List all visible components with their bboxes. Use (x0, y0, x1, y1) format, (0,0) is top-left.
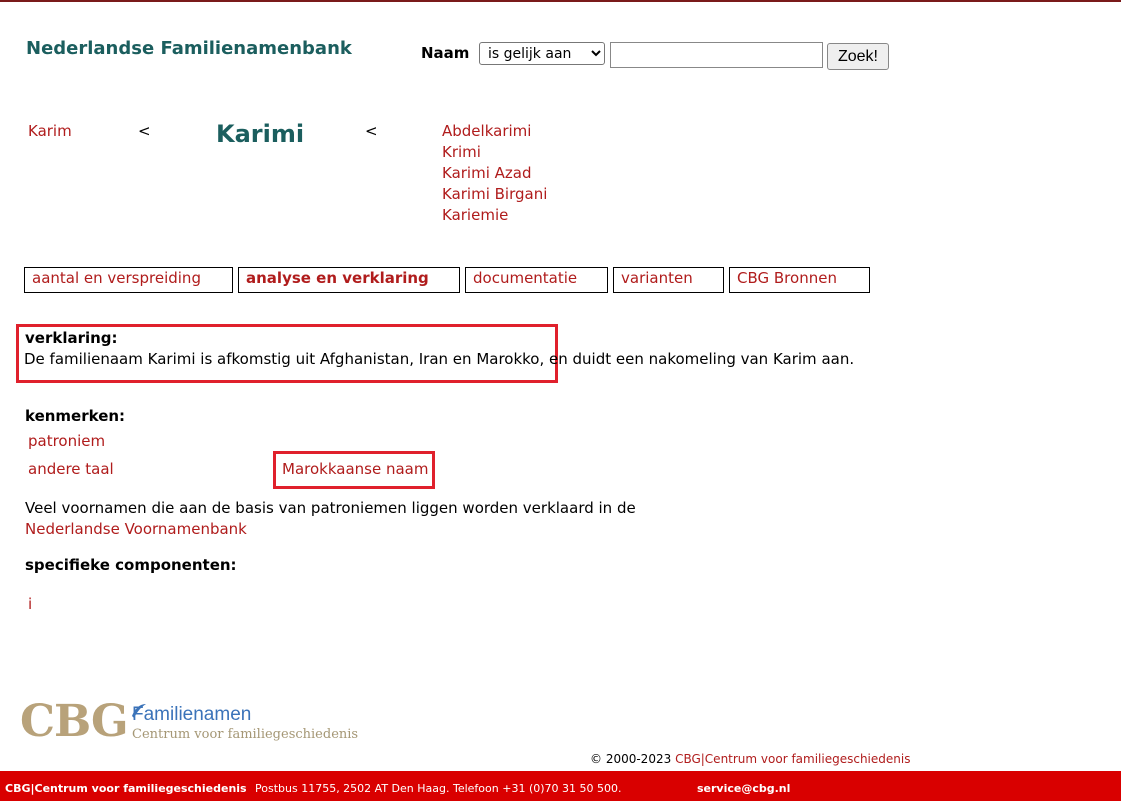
kenmerk-marokkaanse-naam-link[interactable]: Marokkaanse naam (282, 460, 428, 478)
arrow-right: < (365, 122, 378, 140)
current-name: Karimi (216, 120, 305, 148)
footer-bar: CBG|Centrum voor familiegeschiedenis Pos… (0, 771, 1121, 801)
footer-org: CBG|Centrum voor familiegeschiedenis (5, 782, 247, 795)
voornamenbank-link[interactable]: Nederlandse Voornamenbank (25, 520, 247, 538)
footer-email-link[interactable]: service@cbg.nl (697, 782, 790, 795)
verklaring-label: verklaring: (25, 329, 118, 347)
footer-address: Postbus 11755, 2502 AT Den Haag. Telefoo… (255, 782, 622, 795)
variant-link[interactable]: Karimi Azad (442, 164, 532, 182)
components-label: specifieke componenten: (25, 556, 237, 574)
tab-cbg-bronnen[interactable]: CBG Bronnen (729, 267, 870, 293)
tab-aantal-en-verspreiding[interactable]: aantal en verspreiding (24, 267, 233, 293)
kenmerken-label: kenmerken: (25, 407, 126, 425)
cbg-logo[interactable]: CBG Familienamen Centrum voor familieges… (20, 698, 365, 746)
logo-line2: Centrum voor familiegeschiedenis (132, 727, 359, 742)
component-link[interactable]: i (28, 595, 32, 613)
site-title[interactable]: Nederlandse Familienamenbank (26, 38, 352, 59)
logo-line1: Familienamen (132, 704, 252, 725)
arrow-left: < (138, 122, 151, 140)
search-button[interactable]: Zoek! (827, 43, 889, 70)
search-input[interactable] (610, 42, 823, 68)
voornamenbank-note: Veel voornamen die aan de basis van patr… (25, 499, 636, 517)
variant-link[interactable]: Kariemie (442, 206, 508, 224)
kenmerk-andere-taal-link[interactable]: andere taal (28, 460, 114, 478)
variant-link[interactable]: Abdelkarimi (442, 122, 531, 140)
copyright: © 2000-2023 CBG|Centrum voor familiegesc… (590, 752, 910, 766)
kenmerk-patroniem-link[interactable]: patroniem (28, 432, 105, 450)
copyright-text: © 2000-2023 (590, 752, 672, 766)
search-label: Naam (421, 44, 470, 62)
tab-documentatie[interactable]: documentatie (465, 267, 608, 293)
variant-list: Abdelkarimi Krimi Karimi Azad Karimi Bir… (442, 121, 547, 226)
logo-mark: CBG (20, 696, 129, 747)
verklaring-text: De familienaam Karimi is afkomstig uit A… (24, 350, 855, 368)
tab-analyse-en-verklaring[interactable]: analyse en verklaring (238, 267, 460, 293)
copyright-link[interactable]: CBG|Centrum voor familiegeschiedenis (675, 752, 910, 766)
search-mode-select[interactable]: is gelijk aan (479, 42, 605, 65)
previous-name-link[interactable]: Karim (28, 122, 72, 140)
variant-link[interactable]: Karimi Birgani (442, 185, 547, 203)
variant-link[interactable]: Krimi (442, 143, 481, 161)
tab-varianten[interactable]: varianten (613, 267, 724, 293)
